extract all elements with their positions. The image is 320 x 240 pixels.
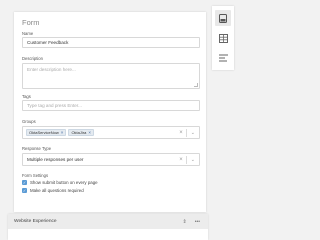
text-align-icon [218, 54, 228, 62]
remove-chip-icon[interactable]: × [61, 130, 64, 135]
group-chip-label: OktaJira [71, 130, 87, 135]
table-icon [218, 33, 228, 43]
select-controls: × ⌄ [176, 127, 199, 138]
groups-label: Groups [22, 119, 36, 124]
response-type-label: Response Type [22, 146, 52, 151]
tags-placeholder: Type tag and press Enter... [27, 103, 82, 108]
response-type-value: Multiple responses per user [27, 157, 84, 162]
groups-select[interactable]: OktaServiceNow × OktaJira × × ⌄ [22, 126, 200, 139]
clear-icon[interactable]: × [176, 157, 186, 163]
checkbox-checked-icon[interactable]: ✓ [22, 188, 27, 193]
table-button[interactable] [215, 30, 231, 46]
tags-label: Tags [22, 94, 31, 99]
section-header[interactable]: Website Experience ⇕ ••• [8, 214, 208, 229]
setting-label: Make all questions required [30, 188, 84, 193]
section-title: Website Experience [14, 219, 57, 224]
form-settings-label: Form Settings [22, 173, 49, 178]
drag-handle-icon[interactable]: ⇕ [183, 219, 187, 225]
tags-input[interactable]: Type tag and press Enter... [22, 100, 200, 111]
clear-icon[interactable]: × [176, 130, 186, 136]
remove-chip-icon[interactable]: × [88, 130, 91, 135]
response-type-select[interactable]: Multiple responses per user × ⌄ [22, 153, 200, 166]
description-placeholder: Enter description here... [27, 67, 76, 72]
name-label: Name [22, 31, 34, 36]
panel-settings-button[interactable] [215, 10, 231, 26]
chevron-down-icon[interactable]: ⌄ [187, 157, 199, 163]
description-field[interactable]: Enter description here... [22, 63, 200, 89]
more-options-icon[interactable]: ••• [195, 219, 200, 225]
checkbox-checked-icon[interactable]: ✓ [22, 180, 27, 185]
name-value: Customer Feedback [27, 40, 69, 45]
group-chip-label: OktaServiceNow [29, 130, 59, 135]
resize-handle-icon[interactable] [194, 83, 198, 87]
setting-label: Show submit button on every page [30, 180, 98, 185]
chevron-down-icon[interactable]: ⌄ [187, 130, 199, 136]
setting-submit-every-page[interactable]: ✓ Show submit button on every page [22, 180, 98, 185]
right-toolbar [212, 6, 234, 70]
description-label: Description [22, 56, 43, 61]
group-chip: OktaServiceNow × [26, 129, 67, 136]
form-title: Form [22, 18, 40, 27]
panel-settings-icon [219, 13, 227, 23]
setting-all-required[interactable]: ✓ Make all questions required [22, 188, 84, 193]
form-panel: Form Name Customer Feedback Description … [14, 12, 206, 212]
text-align-button[interactable] [215, 50, 231, 66]
name-field[interactable]: Customer Feedback [22, 37, 200, 48]
select-controls: × ⌄ [176, 154, 199, 165]
group-chip: OktaJira × [68, 129, 94, 136]
section-card: Website Experience ⇕ ••• [8, 214, 208, 240]
